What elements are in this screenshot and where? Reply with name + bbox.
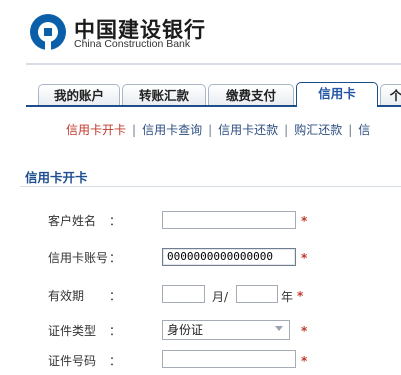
subnav-card-repayment[interactable]: 信用卡还款	[218, 123, 278, 137]
tab-bill-payment[interactable]: 缴费支付	[208, 84, 294, 105]
tab-transfer[interactable]: 转账汇款	[122, 84, 206, 105]
id-number-input[interactable]	[162, 350, 296, 368]
id-type-label: 证件类型	[48, 324, 97, 338]
card-number-label: 信用卡账号	[48, 251, 109, 265]
subnav-more[interactable]: 信	[358, 123, 370, 137]
chevron-down-icon	[275, 326, 283, 331]
sub-navigation: 信用卡开卡 | 信用卡查询 | 信用卡还款 | 购汇还款 | 信	[66, 121, 370, 138]
expiry-year-input[interactable]	[236, 285, 278, 303]
expiry-colon: ：	[109, 289, 122, 303]
bank-name-en: China Construction Bank	[74, 38, 191, 50]
header: 中国建设银行 China Construction Bank	[0, 0, 401, 62]
card-number-colon: ：	[109, 251, 122, 265]
required-mark: *	[301, 354, 308, 368]
id-number-colon: ：	[109, 354, 122, 368]
expiry-label: 有效期	[48, 289, 85, 303]
required-mark: *	[301, 324, 308, 338]
subnav-card-activation[interactable]: 信用卡开卡	[66, 123, 126, 137]
required-mark: *	[301, 214, 308, 228]
tab-my-account[interactable]: 我的账户	[38, 84, 120, 105]
name-colon: ：	[109, 214, 122, 228]
tab-personal[interactable]: 个	[380, 84, 401, 105]
ccb-logo-icon	[30, 14, 66, 50]
subnav-separator: |	[284, 123, 289, 137]
subnav-separator: |	[348, 123, 353, 137]
card-number-input[interactable]: 0000000000000000	[162, 248, 296, 266]
id-type-value: 身份证	[167, 323, 204, 337]
tab-credit-card[interactable]: 信用卡	[296, 82, 378, 107]
subnav-separator: |	[132, 123, 137, 137]
header-divider	[26, 63, 401, 65]
id-type-colon: ：	[109, 324, 122, 338]
id-type-select[interactable]: 身份证	[162, 320, 290, 340]
expiry-month-unit: 月/	[212, 290, 229, 304]
section-title: 信用卡开卡	[25, 170, 88, 185]
subnav-separator: |	[208, 123, 213, 137]
section-divider	[20, 186, 401, 187]
expiry-month-input[interactable]	[162, 285, 205, 303]
expiry-year-unit: 年	[281, 290, 294, 304]
name-label: 客户姓名	[48, 214, 97, 228]
required-mark: *	[301, 251, 308, 265]
subnav-fx-repayment[interactable]: 购汇还款	[294, 123, 342, 137]
required-mark: *	[297, 289, 304, 303]
subnav-card-query[interactable]: 信用卡查询	[142, 123, 202, 137]
customer-name-input[interactable]	[162, 211, 296, 229]
id-number-label: 证件号码	[48, 354, 97, 368]
